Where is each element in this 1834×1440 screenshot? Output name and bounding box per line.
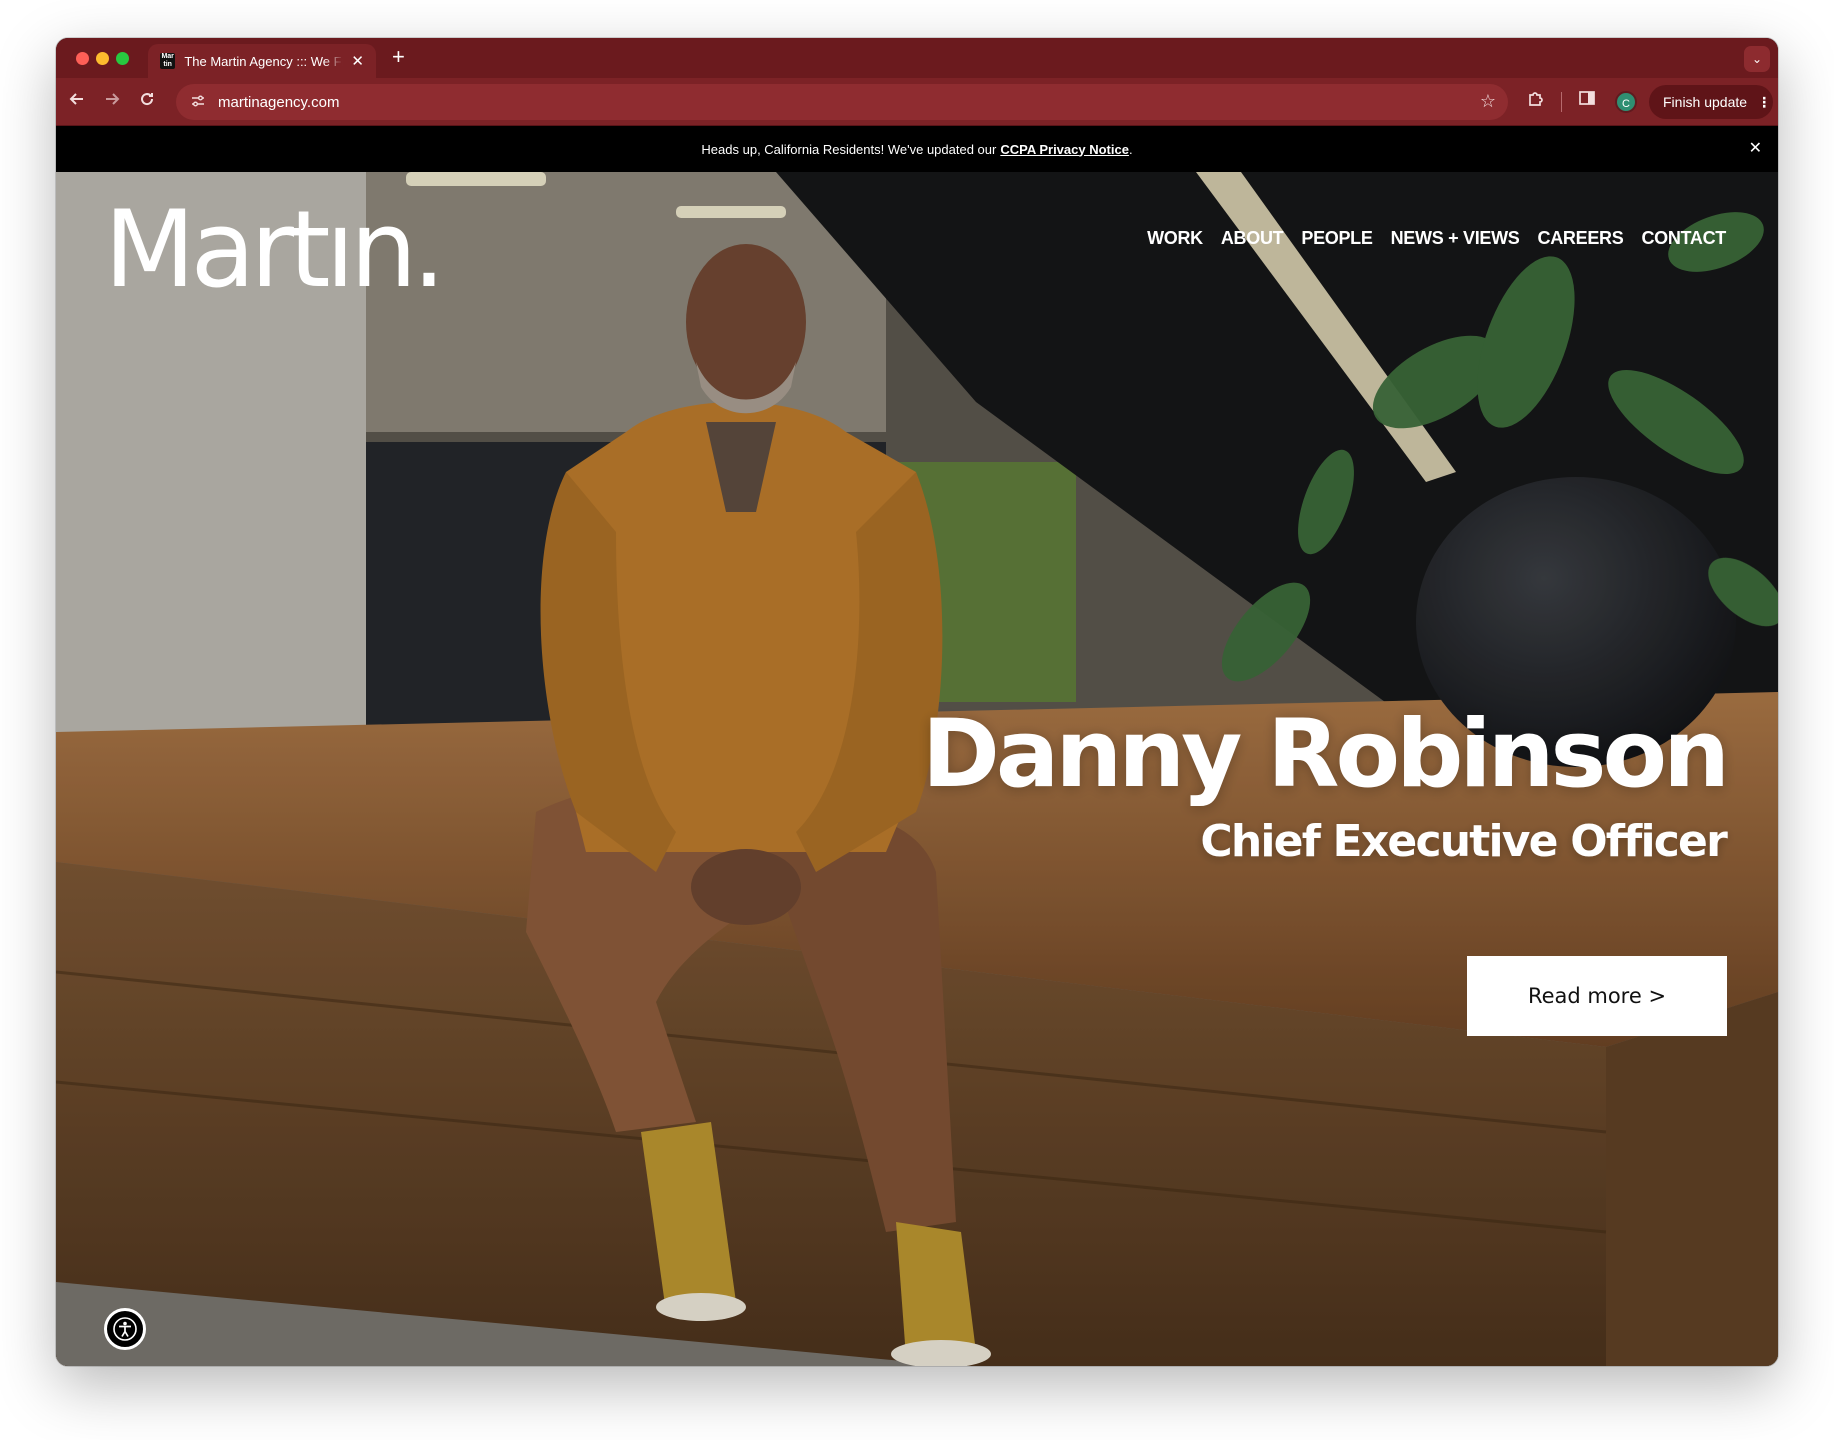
reload-button[interactable] [136, 90, 158, 113]
close-window-button[interactable] [76, 52, 89, 65]
maximize-window-button[interactable] [116, 52, 129, 65]
star-icon[interactable]: ☆ [1480, 91, 1496, 112]
hero-title: Chief Executive Officer [1200, 816, 1727, 867]
nav-item-news-views[interactable]: NEWS + VIEWS [1391, 228, 1520, 249]
hero-section: Martın. WORK ABOUT PEOPLE NEWS + VIEWS C… [56, 172, 1778, 1366]
more-vertical-icon: ⋮ [1757, 93, 1772, 110]
reload-icon [141, 93, 154, 106]
tab-close-icon[interactable]: ✕ [351, 52, 364, 70]
puzzle-icon[interactable] [1526, 89, 1546, 114]
tab-favicon-icon: Mar tin [160, 53, 176, 69]
hero-name: Danny Robinson [921, 700, 1730, 809]
nav-item-work[interactable]: WORK [1147, 228, 1203, 249]
browser-toolbar: martinagency.com ☆ C Finish update ⋮ [56, 78, 1778, 126]
browser-window: Mar tin The Martin Agency ::: We Fight ✕… [56, 38, 1778, 1366]
ccpa-privacy-link[interactable]: CCPA Privacy Notice [1000, 142, 1129, 157]
toolbar-divider [1561, 92, 1562, 112]
nav-item-careers[interactable]: CAREERS [1538, 228, 1624, 249]
minimize-window-button[interactable] [96, 52, 109, 65]
banner-suffix: . [1128, 141, 1133, 157]
arrow-right-icon [106, 93, 120, 105]
finish-update-label: Finish update [1663, 94, 1748, 110]
back-button[interactable] [66, 90, 88, 113]
address-bar[interactable]: martinagency.com ☆ [176, 84, 1508, 120]
close-icon[interactable]: ✕ [1749, 138, 1762, 158]
martin-logo[interactable]: Martın. [104, 188, 446, 311]
tab-search-button[interactable]: ⌄ [1744, 46, 1770, 72]
new-tab-button[interactable]: + [392, 46, 405, 68]
profile-avatar[interactable]: C [1615, 91, 1637, 113]
privacy-banner: Heads up, California Residents! We've up… [56, 126, 1778, 172]
tab-title: The Martin Agency ::: We Fight [184, 53, 344, 69]
finish-update-button[interactable]: Finish update ⋮ [1649, 85, 1773, 119]
nav-item-contact[interactable]: CONTACT [1641, 228, 1726, 249]
main-nav: WORK ABOUT PEOPLE NEWS + VIEWS CAREERS C… [1147, 228, 1726, 249]
nav-item-about[interactable]: ABOUT [1221, 228, 1284, 249]
side-panel-icon[interactable] [1578, 89, 1596, 112]
forward-button[interactable] [101, 90, 123, 113]
nav-item-people[interactable]: PEOPLE [1301, 228, 1373, 249]
tab-strip: Mar tin The Martin Agency ::: We Fight ✕… [56, 38, 1778, 78]
active-tab[interactable]: Mar tin The Martin Agency ::: We Fight ✕ [148, 44, 376, 78]
tune-icon[interactable] [190, 93, 206, 112]
arrow-left-icon [69, 93, 83, 105]
banner-text: Heads up, California Residents! We've up… [701, 141, 997, 157]
accessibility-icon[interactable] [104, 1308, 146, 1350]
read-more-button[interactable]: Read more > [1467, 956, 1727, 1036]
url-text: martinagency.com [218, 93, 340, 111]
